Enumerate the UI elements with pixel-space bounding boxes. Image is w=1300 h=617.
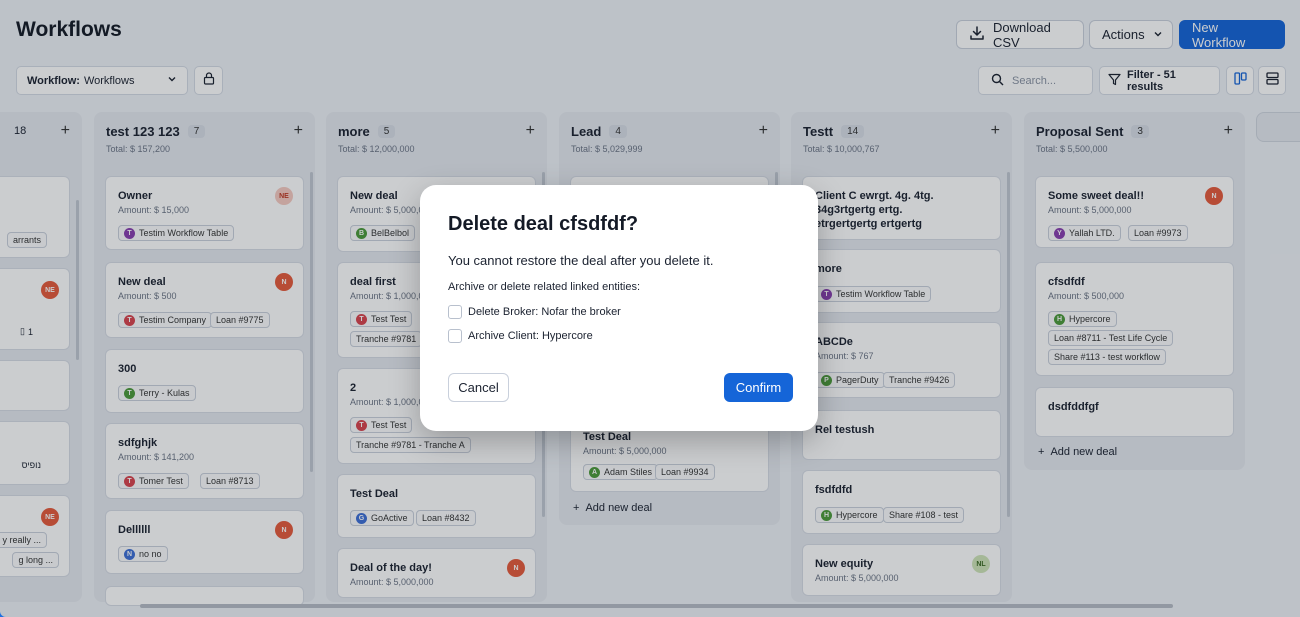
confirm-button[interactable]: Confirm (724, 373, 793, 402)
dialog-description: You cannot restore the deal after you de… (448, 253, 714, 268)
archive-client-option[interactable]: Archive Client: Hypercore (448, 329, 593, 343)
cancel-button[interactable]: Cancel (448, 373, 509, 402)
dialog-title: Delete deal cfsdfdf? (448, 213, 639, 235)
archive-client-checkbox[interactable] (448, 329, 462, 343)
dialog-subtitle: Archive or delete related linked entitie… (448, 281, 640, 293)
delete-broker-label: Delete Broker: Nofar the broker (468, 306, 621, 318)
archive-client-label: Archive Client: Hypercore (468, 330, 593, 342)
delete-deal-dialog: Delete deal cfsdfdf? You cannot restore … (420, 185, 818, 431)
delete-broker-option[interactable]: Delete Broker: Nofar the broker (448, 305, 621, 319)
delete-broker-checkbox[interactable] (448, 305, 462, 319)
app-window: Workflows Download CSV Actions New Workf… (0, 0, 1300, 617)
